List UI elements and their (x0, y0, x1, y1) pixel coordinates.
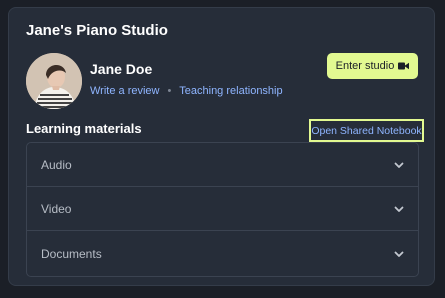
avatar-photo (26, 53, 82, 109)
link-separator: • (167, 85, 172, 97)
accordion-item-label: Audio (41, 157, 72, 172)
materials-accordion: Audio Video Documents (26, 142, 419, 277)
learning-materials-title: Learning materials (26, 121, 142, 136)
teaching-relationship-link[interactable]: Teaching relationship (179, 85, 282, 97)
video-camera-icon (398, 62, 410, 70)
chevron-down-icon (394, 251, 404, 257)
enter-studio-button[interactable]: Enter studio (327, 53, 418, 79)
avatar (26, 53, 82, 109)
accordion-item-label: Video (41, 201, 72, 216)
accordion-item-label: Documents (41, 246, 102, 261)
accordion-item-documents[interactable]: Documents (27, 231, 418, 276)
user-links: Write a review • Teaching relationship (90, 85, 283, 97)
studio-card: Jane's Piano Studio Jane Doe Write a rev… (8, 7, 435, 286)
chevron-down-icon (394, 206, 404, 212)
studio-title: Jane's Piano Studio (26, 22, 168, 39)
accordion-item-video[interactable]: Video (27, 187, 418, 231)
chevron-down-icon (394, 162, 404, 168)
write-review-link[interactable]: Write a review (90, 85, 159, 97)
enter-studio-label: Enter studio (335, 60, 395, 72)
user-name: Jane Doe (90, 61, 153, 77)
accordion-item-audio[interactable]: Audio (27, 143, 418, 187)
open-shared-notebook-button[interactable]: Open Shared Notebook (309, 119, 424, 142)
